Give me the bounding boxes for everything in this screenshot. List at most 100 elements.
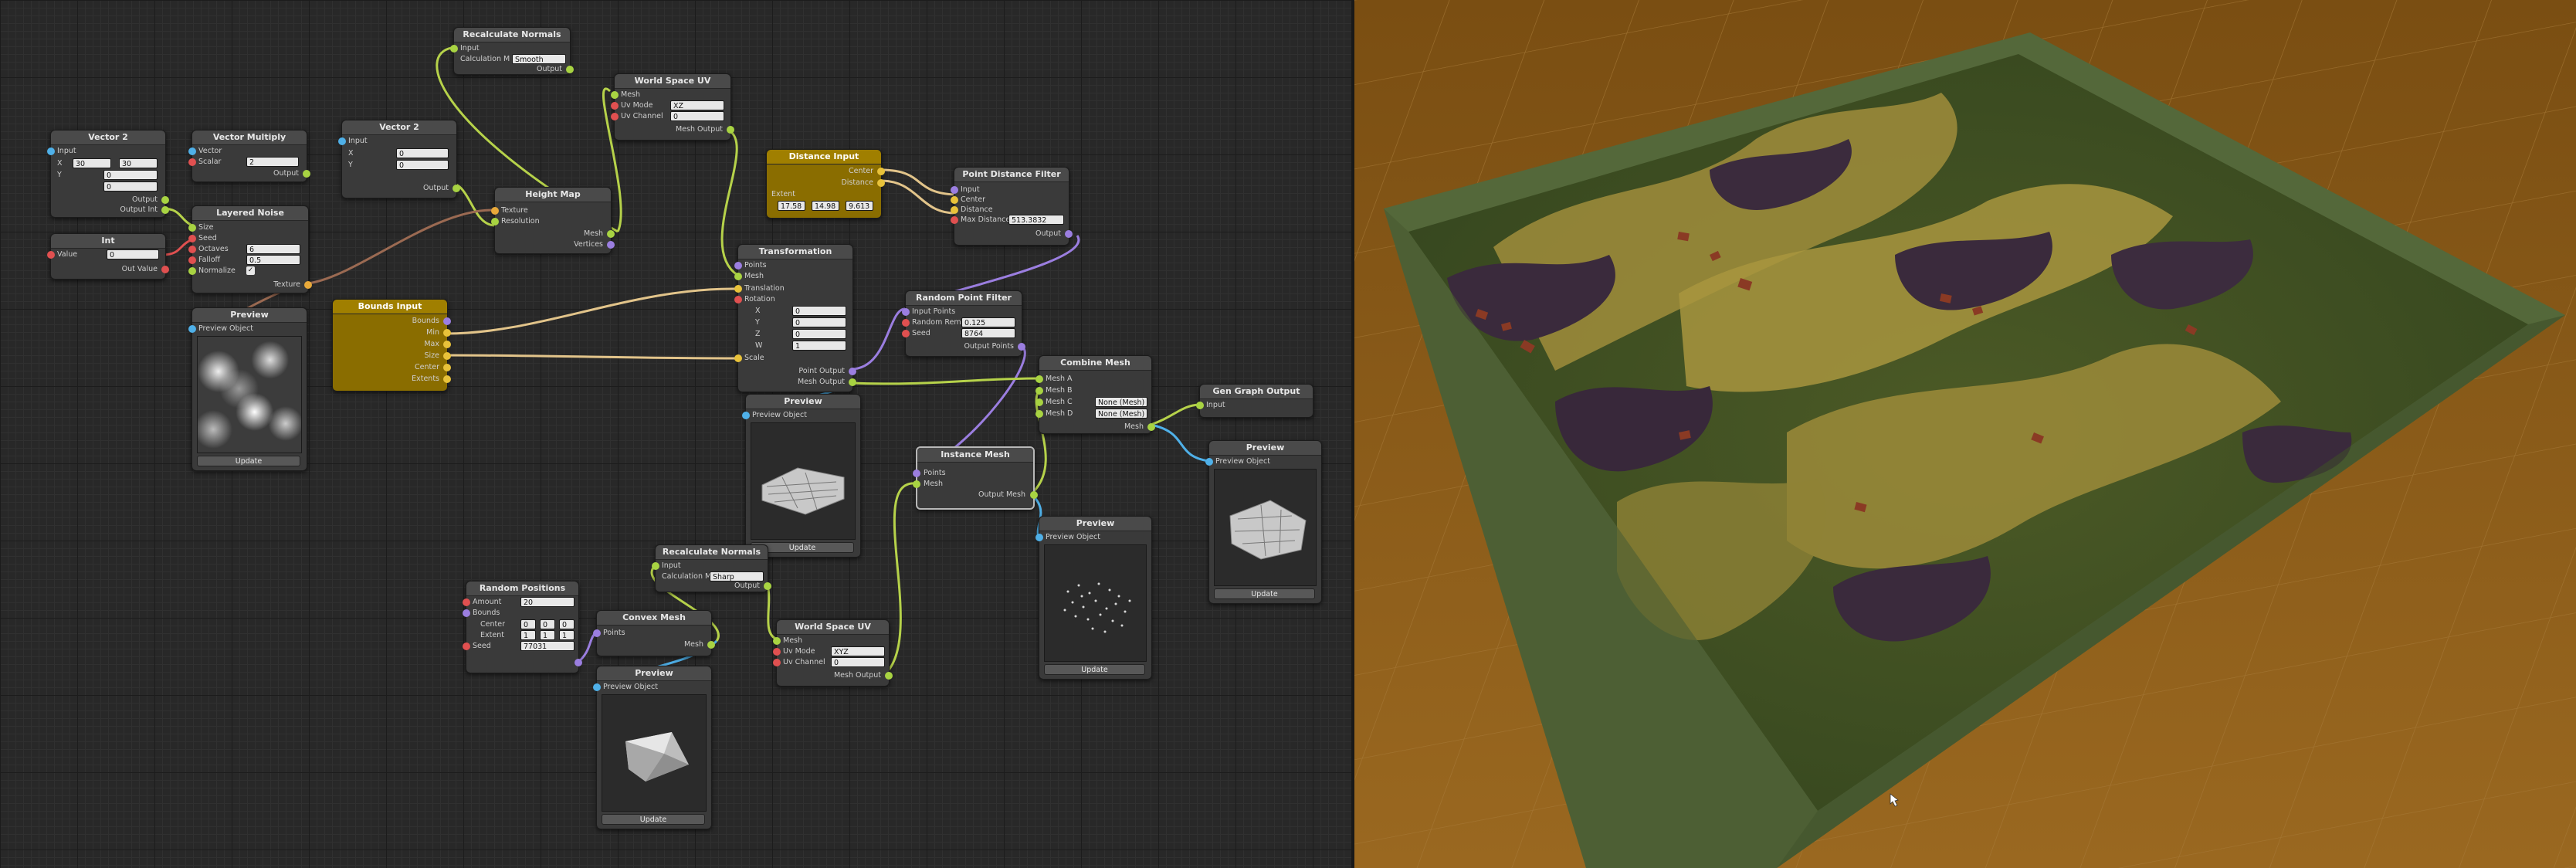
port-dot-icon[interactable] — [452, 185, 460, 192]
port-dot-icon[interactable] — [463, 609, 470, 617]
port-dot-icon[interactable] — [849, 368, 856, 375]
node-combine-mesh[interactable]: Combine Mesh Mesh A Mesh B Mesh C None (… — [1035, 355, 1155, 434]
port-dot-icon[interactable] — [443, 352, 451, 360]
extent-z-field[interactable]: 9.613 — [846, 201, 873, 211]
check-icon[interactable]: ✓ — [246, 266, 255, 275]
port-dot-icon[interactable] — [47, 251, 55, 259]
port-dot-icon[interactable] — [491, 207, 499, 215]
port-dot-icon[interactable] — [161, 206, 169, 214]
port-dot-icon[interactable] — [188, 158, 196, 166]
port-dot-icon[interactable] — [877, 179, 885, 187]
port-dot-icon[interactable] — [773, 637, 781, 645]
scalar-field[interactable]: 2 — [246, 157, 299, 167]
seed-field[interactable]: 8764 — [961, 328, 1015, 338]
port-dot-icon[interactable] — [1018, 343, 1025, 351]
port-dot-icon[interactable] — [304, 281, 312, 289]
port-dot-icon[interactable] — [607, 241, 615, 249]
port-dot-icon[interactable] — [951, 216, 958, 224]
port-dot-icon[interactable] — [611, 113, 619, 120]
update-button[interactable]: Update — [1214, 588, 1315, 599]
port-dot-icon[interactable] — [951, 206, 958, 214]
port-dot-icon[interactable] — [1035, 387, 1043, 395]
calculation-mode-select[interactable]: Sharp — [710, 571, 764, 581]
max-distance-field[interactable]: 513.3832 — [1008, 215, 1064, 225]
port-dot-icon[interactable] — [734, 296, 742, 303]
port-dot-icon[interactable] — [902, 330, 910, 337]
uv-mode-select[interactable]: XYZ — [831, 646, 885, 656]
port-dot-icon[interactable] — [902, 319, 910, 327]
node-bounds-input[interactable]: Bounds Input Bounds Min Max Size Center … — [332, 299, 451, 392]
port-dot-icon[interactable] — [902, 308, 910, 316]
node-world-space-uv-top[interactable]: World Space UV Mesh Uv Mode XZ Uv Channe… — [611, 73, 734, 141]
port-dot-icon[interactable] — [188, 256, 196, 264]
port-dot-icon[interactable] — [727, 126, 734, 134]
extent-x-field[interactable]: 17.58 — [778, 201, 805, 211]
node-transformation[interactable]: Transformation Points Mesh Translation R… — [734, 244, 856, 392]
port-dot-icon[interactable] — [1035, 534, 1043, 541]
node-gen-graph-output[interactable]: Gen Graph Output Input — [1196, 384, 1313, 418]
port-dot-icon[interactable] — [188, 147, 196, 155]
node-preview-final[interactable]: Preview Preview Object Update — [1205, 440, 1322, 604]
port-dot-icon[interactable] — [611, 91, 619, 99]
node-point-distance-filter[interactable]: Point Distance Filter Input Center Dista… — [951, 167, 1073, 246]
mesh-d-object-field[interactable]: None (Mesh) — [1095, 409, 1147, 419]
falloff-field[interactable]: 0.5 — [246, 255, 300, 265]
node-preview-instance[interactable]: Preview Preview Object Update — [1035, 516, 1152, 680]
port-dot-icon[interactable] — [338, 137, 346, 145]
calculation-mode-select[interactable]: Smooth — [512, 54, 566, 64]
port-dot-icon[interactable] — [652, 562, 659, 570]
center-z-field[interactable]: 0 — [559, 619, 575, 629]
port-dot-icon[interactable] — [773, 648, 781, 656]
port-dot-icon[interactable] — [734, 285, 742, 293]
extent-z-field[interactable]: 1 — [559, 630, 575, 640]
node-recalculate-normals-bottom[interactable]: Recalculate Normals Input Calculation M … — [652, 544, 771, 592]
extent-y-field[interactable]: 14.98 — [812, 201, 839, 211]
node-random-point-filter[interactable]: Random Point Filter Input Points Random … — [902, 290, 1025, 357]
node-layered-noise[interactable]: Layered Noise Size Seed Octaves 6 Fallof… — [188, 205, 312, 293]
vector-y-field[interactable]: 30 — [119, 158, 158, 168]
node-distance-input[interactable]: Distance Input Center Distance Extent 17… — [766, 149, 885, 219]
port-dot-icon[interactable] — [161, 266, 169, 273]
port-dot-icon[interactable] — [188, 224, 196, 232]
port-dot-icon[interactable] — [734, 354, 742, 362]
uv-channel-field[interactable]: 0 — [831, 657, 885, 667]
port-dot-icon[interactable] — [849, 378, 856, 386]
seed-field[interactable]: 77031 — [520, 641, 575, 651]
center-x-field[interactable]: 0 — [520, 619, 536, 629]
mesh-c-object-field[interactable]: None (Mesh) — [1095, 397, 1147, 407]
port-dot-icon[interactable] — [443, 329, 451, 337]
vector-x-field[interactable]: 0 — [396, 148, 449, 158]
port-dot-icon[interactable] — [877, 168, 885, 175]
port-dot-icon[interactable] — [734, 273, 742, 280]
port-dot-icon[interactable] — [1147, 423, 1155, 431]
uv-channel-field[interactable]: 0 — [670, 111, 724, 121]
port-dot-icon[interactable] — [443, 317, 451, 325]
port-dot-icon[interactable] — [913, 470, 920, 477]
port-dot-icon[interactable] — [913, 480, 920, 488]
port-dot-icon[interactable] — [566, 66, 574, 73]
node-random-positions[interactable]: Random Positions Amount 20 Bounds Center… — [463, 581, 582, 673]
port-dot-icon[interactable] — [443, 341, 451, 348]
uv-mode-select[interactable]: XZ — [670, 100, 724, 110]
node-instance-mesh[interactable]: Instance Mesh Points Mesh Output Mesh — [913, 446, 1038, 510]
update-button[interactable]: Update — [1044, 664, 1145, 675]
node-convex-mesh[interactable]: Convex Mesh Points Mesh — [593, 610, 715, 656]
port-dot-icon[interactable] — [951, 196, 958, 204]
port-dot-icon[interactable] — [742, 412, 750, 419]
node-height-map[interactable]: Height Map Texture Resolution Mesh Verti… — [491, 187, 615, 254]
node-preview-transform[interactable]: Preview Preview Object Update — [742, 394, 861, 558]
port-dot-icon[interactable] — [450, 45, 458, 53]
random-remove-field[interactable]: 0.125 — [961, 317, 1015, 327]
port-dot-icon[interactable] — [303, 170, 310, 178]
rotation-w-field[interactable]: 1 — [792, 341, 846, 351]
port-dot-icon[interactable] — [1065, 230, 1073, 238]
port-dot-icon[interactable] — [161, 196, 169, 204]
update-button[interactable]: Update — [602, 814, 705, 825]
port-dot-icon[interactable] — [1035, 410, 1043, 418]
node-world-space-uv-bottom[interactable]: World Space UV Mesh Uv Mode XYZ Uv Chann… — [773, 619, 893, 687]
port-dot-icon[interactable] — [611, 102, 619, 110]
vector-x-field[interactable]: 30 — [73, 158, 111, 168]
port-dot-icon[interactable] — [593, 683, 601, 691]
port-dot-icon[interactable] — [607, 230, 615, 238]
port-dot-icon[interactable] — [575, 659, 582, 666]
